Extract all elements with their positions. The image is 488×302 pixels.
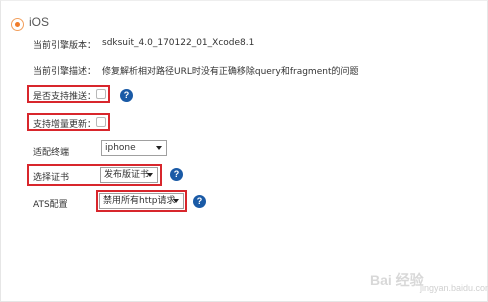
baidu-watermark: Bai 经验 <box>370 272 424 288</box>
engine-description-value: 修复解析相对路径URL时没有正确移除query和fragment的问题 <box>102 67 359 77</box>
baidu-watermark-url: jingyan.baidu.com <box>420 283 488 293</box>
certificate-help-icon[interactable]: ? <box>170 168 183 181</box>
adapt-device-label: 适配终端 <box>33 148 70 158</box>
certificate-select[interactable]: 发布版证书 <box>100 167 158 183</box>
incremental-update-checkbox[interactable] <box>96 117 106 127</box>
platform-ios-radio[interactable] <box>11 18 24 31</box>
push-support-label: 是否支持推送： <box>33 92 97 102</box>
engine-description-label: 当前引擎描述： <box>33 67 97 77</box>
ats-config-value: 禁用所有http请求 <box>103 196 176 206</box>
chevron-down-icon <box>156 146 162 150</box>
engine-version-label: 当前引擎版本： <box>33 41 97 51</box>
platform-label: iOS <box>29 15 50 29</box>
adapt-device-select[interactable]: iphone <box>101 140 167 156</box>
ats-config-help-icon[interactable]: ? <box>193 195 206 208</box>
push-support-checkbox[interactable] <box>96 89 106 99</box>
certificate-label: 选择证书 <box>33 173 70 183</box>
chevron-down-icon <box>173 199 179 203</box>
push-support-help-icon[interactable]: ? <box>120 89 133 102</box>
ats-config-select[interactable]: 禁用所有http请求 <box>99 193 184 209</box>
ats-config-label: ATS配置 <box>33 200 68 210</box>
adapt-device-value: iphone <box>105 143 136 153</box>
incremental-update-label: 支持增量更新： <box>33 120 97 130</box>
certificate-value: 发布版证书 <box>104 170 150 180</box>
chevron-down-icon <box>147 173 153 177</box>
engine-version-value: sdksuit_4.0_170122_01_Xcode8.1 <box>102 38 255 48</box>
